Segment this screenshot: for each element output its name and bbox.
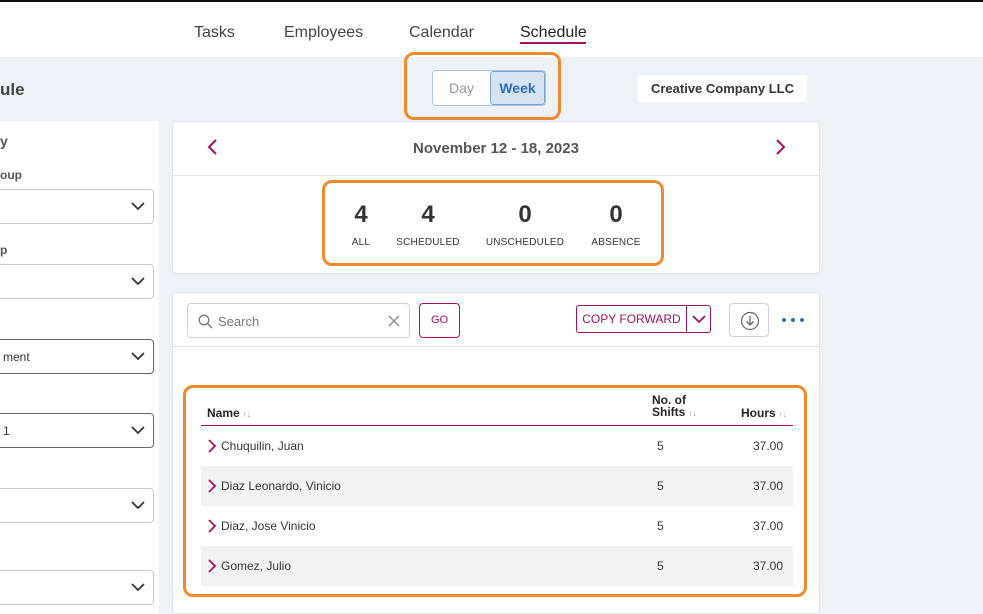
table-row[interactable]: Gomez, Julio 5 37.00 [201, 546, 793, 586]
table-row[interactable]: Diaz Leonardo, Vinicio 5 37.00 [201, 466, 793, 506]
nav-tab-schedule[interactable]: Schedule [520, 24, 587, 42]
column-header-label: Name [207, 406, 240, 420]
column-header-label: Hours [741, 406, 776, 420]
nav-tab-tasks[interactable]: Tasks [194, 24, 235, 42]
filter-select-value: ment [3, 350, 30, 364]
go-button[interactable]: GO [419, 303, 460, 338]
sort-icon: ↑↓ [688, 409, 697, 418]
more-icon[interactable] [780, 315, 806, 325]
column-header-hours[interactable]: Hours ↑↓ [741, 407, 787, 421]
hours-value: 37.00 [752, 519, 783, 533]
row-chevron-icon[interactable] [207, 479, 217, 493]
shift-count: 5 [657, 559, 664, 573]
clear-icon[interactable] [387, 314, 401, 328]
copy-forward-label: COPY FORWARD [582, 312, 681, 326]
employee-name: Chuquilin, Juan [221, 439, 304, 453]
shift-count: 5 [657, 479, 664, 493]
sort-icon: ↑↓ [778, 410, 787, 419]
column-header-shifts[interactable]: No. of Shifts ↑↓ [652, 394, 696, 420]
filter-select[interactable]: 1 [0, 413, 154, 448]
shift-count: 5 [657, 439, 664, 453]
stat-label: ALL [351, 237, 371, 248]
top-nav: Tasks Employees Calendar Schedule [0, 2, 983, 57]
employee-name: Diaz Leonardo, Vinicio [221, 479, 341, 493]
chevron-down-icon [131, 426, 145, 435]
hours-value: 37.00 [752, 439, 783, 453]
chevron-down-icon [131, 583, 145, 592]
filter-panel: y oup p ment 1 [0, 121, 159, 614]
chevron-down-icon[interactable] [691, 312, 707, 326]
stat-value: 4 [421, 201, 435, 228]
row-chevron-icon[interactable] [207, 559, 217, 573]
table-row[interactable]: Chuquilin, Juan 5 37.00 [201, 426, 793, 466]
search-box [187, 303, 410, 338]
chevron-right-icon[interactable] [773, 138, 787, 156]
stat-label: ABSENCE [591, 237, 641, 248]
stat-scheduled[interactable]: 4 SCHEDULED [393, 201, 463, 249]
company-selector[interactable]: Creative Company LLC [638, 75, 807, 102]
sort-icon: ↑↓ [242, 410, 251, 419]
filter-label: p [0, 243, 8, 257]
filter-select[interactable] [0, 488, 154, 523]
download-button[interactable] [729, 303, 769, 337]
chevron-down-icon [131, 202, 145, 211]
table-row[interactable]: Diaz, Jose Vinicio 5 37.00 [201, 506, 793, 546]
employee-name: Diaz, Jose Vinicio [221, 519, 316, 533]
day-view-button[interactable]: Day [433, 71, 490, 105]
search-input[interactable] [218, 312, 378, 330]
stat-unscheduled[interactable]: 0 UNSCHEDULED [483, 201, 567, 249]
card-divider [173, 346, 819, 347]
column-header-name[interactable]: Name ↑↓ [207, 407, 251, 421]
stat-absence[interactable]: 0 ABSENCE [585, 201, 647, 249]
column-header-label: Shifts [652, 405, 686, 419]
filter-select[interactable]: ment [0, 339, 154, 374]
button-separator [686, 306, 687, 332]
hours-value: 37.00 [752, 559, 783, 573]
stat-label: SCHEDULED [396, 237, 460, 248]
chevron-down-icon [131, 501, 145, 510]
stat-value: 0 [518, 201, 532, 228]
filter-select[interactable] [0, 570, 154, 605]
filter-label: oup [0, 168, 22, 182]
chevron-down-icon [131, 277, 145, 286]
active-tab-indicator [520, 42, 586, 44]
date-range: November 12 - 18, 2023 [413, 140, 579, 157]
search-icon [198, 314, 213, 329]
nav-tab-calendar[interactable]: Calendar [409, 24, 474, 42]
stat-all[interactable]: 4 ALL [348, 201, 374, 249]
nav-tab-employees[interactable]: Employees [284, 24, 363, 42]
chevron-down-icon [131, 352, 145, 361]
filter-select[interactable] [0, 264, 154, 299]
shift-count: 5 [657, 519, 664, 533]
view-toggle: Day Week [432, 70, 546, 106]
stat-label: UNSCHEDULED [485, 237, 565, 248]
filter-section-title: y [0, 133, 8, 149]
employee-list-card: GO COPY FORWARD Name↑↓ No. of Shifts↑↓ H… [172, 292, 820, 614]
employee-name: Gomez, Julio [221, 559, 292, 573]
stat-value: 0 [609, 201, 623, 228]
date-summary-card: November 12 - 18, 2023 4 ALL 4 SCHEDULED… [172, 121, 820, 274]
card-divider [173, 175, 819, 176]
filter-select-value: 1 [3, 424, 10, 438]
hours-value: 37.00 [752, 479, 783, 493]
week-view-button[interactable]: Week [490, 71, 545, 105]
download-icon [740, 311, 760, 331]
page-title: ule [0, 80, 25, 99]
row-chevron-icon[interactable] [207, 519, 217, 533]
filter-select[interactable] [0, 189, 154, 224]
copy-forward-button[interactable]: COPY FORWARD [576, 305, 711, 333]
row-chevron-icon[interactable] [207, 439, 217, 453]
stat-value: 4 [354, 201, 368, 228]
